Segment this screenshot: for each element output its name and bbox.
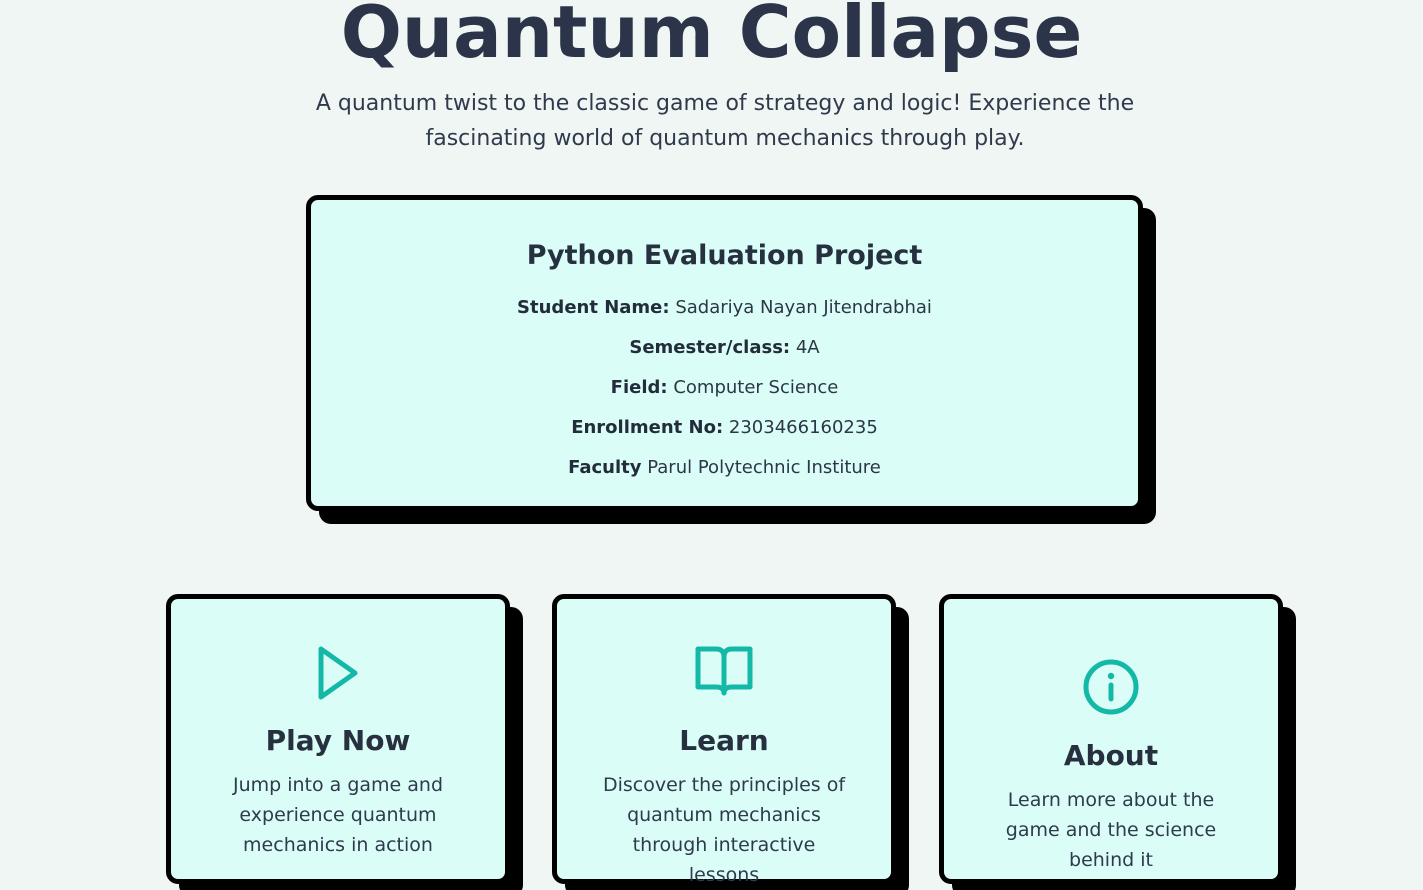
- info-icon: [944, 657, 1278, 717]
- info-label: Student Name:: [517, 297, 670, 318]
- project-heading: Python Evaluation Project: [526, 240, 923, 271]
- info-value: Sadariya Nayan Jitendrabhai: [675, 297, 932, 318]
- page-title: Quantum Collapse: [340, 0, 1083, 74]
- about-description: Learn more about the game and the scienc…: [1005, 789, 1217, 871]
- info-row-faculty: Faculty Parul Polytechnic Institure: [311, 453, 1138, 493]
- info-label: Semester/class:: [629, 337, 791, 358]
- info-label: Faculty: [568, 457, 642, 478]
- info-value: 4A: [795, 337, 820, 358]
- play-now-card[interactable]: Play Now Jump into a game and experience…: [166, 594, 510, 884]
- info-value: Parul Polytechnic Institure: [647, 457, 881, 478]
- about-card[interactable]: About Learn more about the game and the …: [939, 594, 1283, 884]
- learn-description: Discover the principles of quantum mecha…: [602, 774, 846, 886]
- play-now-description: Jump into a game and experience quantum …: [232, 774, 444, 856]
- play-now-title: Play Now: [265, 724, 411, 757]
- learn-card[interactable]: Learn Discover the principles of quantum…: [552, 594, 896, 886]
- info-label: Field:: [610, 377, 668, 398]
- info-value: Computer Science: [673, 377, 839, 398]
- info-value: 2303466160235: [728, 417, 878, 438]
- learn-title: Learn: [679, 724, 769, 757]
- info-label: Enrollment No:: [571, 417, 724, 438]
- project-info-card: Python Evaluation Project Student Name: …: [306, 195, 1143, 511]
- play-icon: [171, 643, 505, 703]
- info-row-student-name: Student Name: Sadariya Nayan Jitendrabha…: [311, 293, 1138, 333]
- info-row-field: Field: Computer Science: [311, 373, 1138, 413]
- project-info-list: Student Name: Sadariya Nayan Jitendrabha…: [311, 293, 1138, 493]
- about-title: About: [1063, 739, 1159, 772]
- page-subtitle: A quantum twist to the classic game of s…: [315, 91, 1135, 151]
- book-icon: [557, 643, 891, 699]
- info-row-semester: Semester/class: 4A: [311, 333, 1138, 373]
- info-row-enrollment: Enrollment No: 2303466160235: [311, 413, 1138, 453]
